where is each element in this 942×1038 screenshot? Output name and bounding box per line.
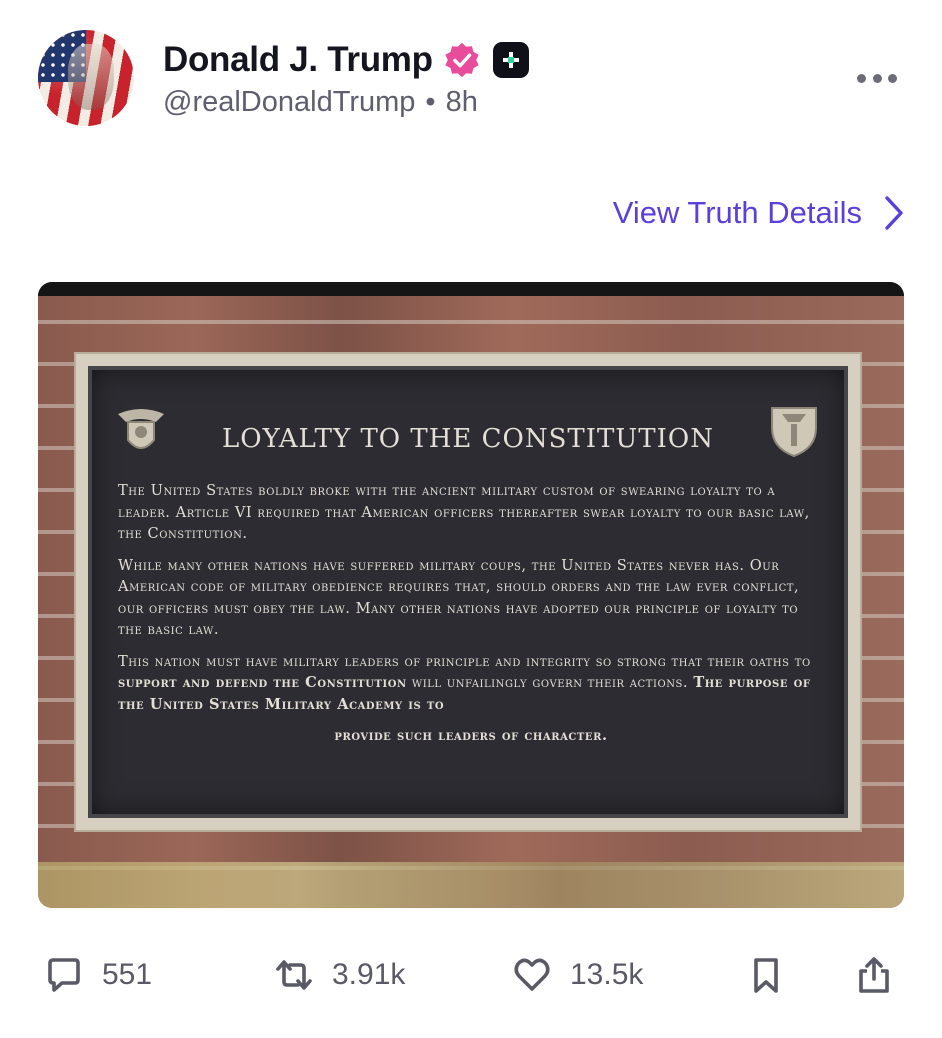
plaque-title: LOYALTY TO THE CONSTITUTION	[222, 424, 714, 454]
share-button[interactable]	[854, 950, 894, 1000]
post-image[interactable]: LOYALTY TO THE CONSTITUTION The United S…	[38, 282, 904, 908]
view-truth-details-link[interactable]: View Truth Details	[613, 195, 904, 231]
retruth-count: 3.91k	[332, 958, 406, 991]
plaque-paragraph: The United States boldly broke with the …	[118, 482, 810, 542]
reply-icon	[48, 958, 80, 992]
author-name[interactable]: Donald J. Trump	[163, 40, 433, 80]
plaque-text-bold: support and defend the Constitution	[118, 674, 407, 691]
heart-icon	[514, 958, 550, 991]
plaque-frame: LOYALTY TO THE CONSTITUTION The United S…	[74, 352, 862, 832]
plaque-text: This nation must have military leaders o…	[118, 652, 811, 670]
view-truth-details-label: View Truth Details	[612, 195, 862, 230]
plaque: LOYALTY TO THE CONSTITUTION The United S…	[88, 366, 848, 818]
bookmark-button[interactable]	[746, 950, 786, 1000]
share-icon	[859, 957, 889, 993]
more-options-button[interactable]	[857, 72, 897, 84]
avatar[interactable]	[38, 30, 134, 126]
meta-separator: •	[425, 86, 436, 118]
like-count: 13.5k	[570, 958, 644, 991]
author-handle[interactable]: @realDonaldTrump	[163, 86, 415, 119]
more-horizontal-icon	[857, 73, 866, 83]
avatar-face	[68, 44, 114, 110]
author-meta: @realDonaldTrump • 8h	[163, 86, 478, 119]
plaque-body: The United States boldly broke with the …	[118, 480, 824, 757]
plaque-paragraph-final: provide such leaders of character.	[334, 727, 608, 744]
author-name-row: Donald J. Trump	[163, 40, 529, 80]
verified-badge-icon	[445, 42, 479, 78]
plaque-text: will unfailingly govern their actions.	[406, 674, 694, 691]
reply-count: 551	[102, 958, 153, 991]
bookmark-icon	[754, 958, 778, 993]
like-button[interactable]: 13.5k	[512, 950, 643, 1000]
post-time: 8h	[445, 86, 478, 118]
plaque-paragraph: While many other nations have suffered m…	[118, 556, 800, 639]
retruth-button[interactable]: 3.91k	[274, 950, 405, 1000]
reply-button[interactable]: 551	[44, 950, 152, 1000]
post-action-bar: 551 3.91k 13.5k	[38, 950, 904, 1000]
chevron-right-icon	[885, 196, 903, 230]
truth-social-plus-icon	[492, 42, 529, 78]
plaque-paragraph: This nation must have military leaders o…	[118, 651, 824, 716]
retruth-icon	[276, 960, 312, 990]
